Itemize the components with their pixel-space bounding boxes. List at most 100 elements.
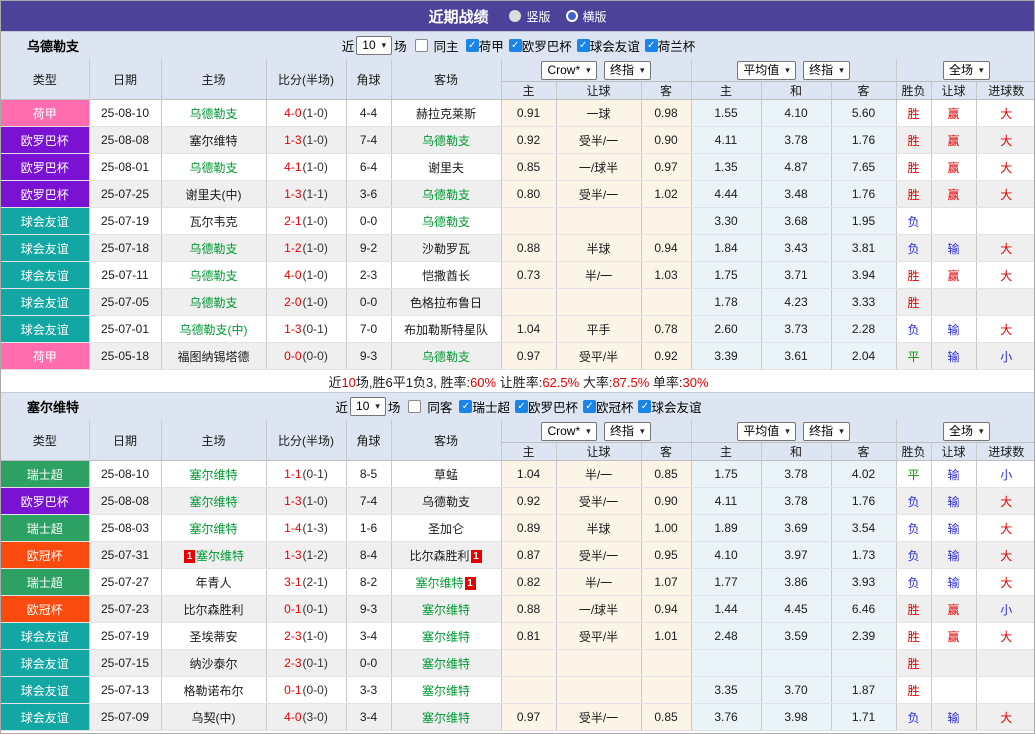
match-row: 球会友谊25-07-11乌德勒支4-0(1-0)2-3恺撒酋长0.73半/一1.… [1,262,1035,289]
avg-draw-odds: 3.86 [761,569,831,596]
away-team: 乌德勒支 [391,127,501,154]
odds-home: 0.92 [501,127,556,154]
chevron-down-icon: ▾ [979,63,984,78]
league-filter-checkbox[interactable]: ✓ [577,39,590,52]
league-badge: 瑞士超 [1,515,89,542]
chevron-down-icon: ▾ [382,38,387,53]
away-team: 布加勒斯特星队 [391,316,501,343]
col-header-date: 日期 [89,420,161,461]
match-score: 1-3(0-1) [266,316,346,343]
odds-home: 0.89 [501,515,556,542]
chevron-down-icon: ▾ [785,63,790,78]
home-team: 圣埃蒂安 [161,623,266,650]
bookmaker-select[interactable]: Crow*▾ [541,61,596,80]
avg-away-odds: 2.28 [831,316,896,343]
result-group-header: 全场▾ [896,59,1035,82]
avg-draw-odds: 3.97 [761,542,831,569]
avg-home-odds: 1.75 [691,262,761,289]
league-filter-checkbox[interactable]: ✓ [459,400,472,413]
odds-handicap: 半球 [556,515,641,542]
horizontal-layout-label: 横版 [583,8,607,25]
league-filter-checkbox[interactable]: ✓ [583,400,596,413]
result-handicap: 赢 [931,262,976,289]
home-team: 比尔森胜利 [161,596,266,623]
final-index-select[interactable]: 终指▾ [803,422,850,441]
final-odds-select[interactable]: 终指▾ [604,422,651,441]
avg-home-odds: 3.76 [691,704,761,731]
match-score: 4-0(1-0) [266,100,346,127]
result-outcome: 负 [896,235,931,262]
average-select[interactable]: 平均值▾ [737,61,796,80]
corner-count: 7-0 [346,316,391,343]
result-outcome: 平 [896,461,931,488]
vertical-layout-radio[interactable] [509,10,521,22]
league-filter-checkbox[interactable]: ✓ [638,400,651,413]
match-score: 1-3(1-2) [266,542,346,569]
league-filter-checkbox[interactable]: ✓ [645,39,658,52]
horizontal-layout-radio[interactable] [566,10,578,22]
result-outcome: 胜 [896,100,931,127]
fulltime-select[interactable]: 全场▾ [943,61,990,80]
bookmaker-select[interactable]: Crow*▾ [541,422,596,441]
league-filter-checkbox[interactable]: ✓ [515,400,528,413]
match-count-select[interactable]: 10▾ [350,397,386,416]
home-team: 乌德勒支 [161,154,266,181]
odds-home: 0.91 [501,100,556,127]
result-goals: 大 [976,542,1035,569]
average-select[interactable]: 平均值▾ [737,422,796,441]
section-away-team: 塞尔维特 近 10▾ 场 同客 ✓瑞士超 ✓欧罗巴杯 ✓欧冠杯 ✓球会友谊 [1,392,1034,734]
same-venue-checkbox[interactable] [415,39,428,52]
match-row: 欧罗巴杯25-08-08塞尔维特1-3(1-0)7-4乌德勒支0.92受半/一0… [1,127,1035,154]
avg-draw-odds: 3.48 [761,181,831,208]
same-venue-checkbox[interactable] [408,400,421,413]
home-team: 年青人 [161,569,266,596]
league-filter-label: 欧罗巴杯 [528,397,578,416]
match-date: 25-07-23 [89,596,161,623]
avg-draw-odds: 3.70 [761,677,831,704]
odds-away: 0.95 [641,542,691,569]
result-goals: 大 [976,515,1035,542]
chevron-down-icon: ▾ [839,424,844,439]
match-row: 荷甲25-05-18福图纳锡塔德0-0(0-0)9-3乌德勒支0.97受平/半0… [1,343,1035,370]
odds-home: 0.88 [501,596,556,623]
vertical-layout-label: 竖版 [526,8,550,25]
col-header-corner: 角球 [346,59,391,100]
league-badge: 球会友谊 [1,623,89,650]
avg-draw-odds: 3.78 [761,488,831,515]
corner-count: 9-3 [346,343,391,370]
avg-home-odds: 1.84 [691,235,761,262]
avg-away-odds: 1.71 [831,704,896,731]
league-filter-checkbox[interactable]: ✓ [509,39,522,52]
league-filter-checkbox[interactable]: ✓ [466,39,479,52]
result-handicap: 输 [931,704,976,731]
match-score: 4-0(3-0) [266,704,346,731]
final-index-select[interactable]: 终指▾ [803,61,850,80]
avg-home-odds: 3.35 [691,677,761,704]
subheader-odds-handicap: 让球 [556,443,641,461]
chevron-down-icon: ▾ [640,424,645,439]
subheader-odds-away: 客 [641,443,691,461]
avg-away-odds: 3.33 [831,289,896,316]
result-outcome: 胜 [896,127,931,154]
avg-draw-odds: 4.45 [761,596,831,623]
league-badge: 欧冠杯 [1,596,89,623]
away-team: 塞尔维特 [391,704,501,731]
col-header-score: 比分(半场) [266,420,346,461]
odds-home: 0.97 [501,704,556,731]
result-goals [976,208,1035,235]
fulltime-select[interactable]: 全场▾ [943,422,990,441]
col-header-date: 日期 [89,59,161,100]
odds-handicap: 半/一 [556,262,641,289]
subheader-outcome: 胜负 [896,82,931,100]
odds-handicap: 受半/一 [556,488,641,515]
odds-group-header: Crow*▾ 终指▾ [501,59,691,82]
odds-handicap: 受平/半 [556,623,641,650]
odds-group-header: Crow*▾ 终指▾ [501,420,691,443]
avg-draw-odds: 3.61 [761,343,831,370]
odds-away [641,650,691,677]
result-handicap: 赢 [931,154,976,181]
final-odds-select[interactable]: 终指▾ [604,61,651,80]
home-team: 福图纳锡塔德 [161,343,266,370]
match-count-select[interactable]: 10▾ [356,36,392,55]
match-rows: 荷甲25-08-10乌德勒支4-0(1-0)4-4赫拉克莱斯0.91一球0.98… [1,100,1035,370]
